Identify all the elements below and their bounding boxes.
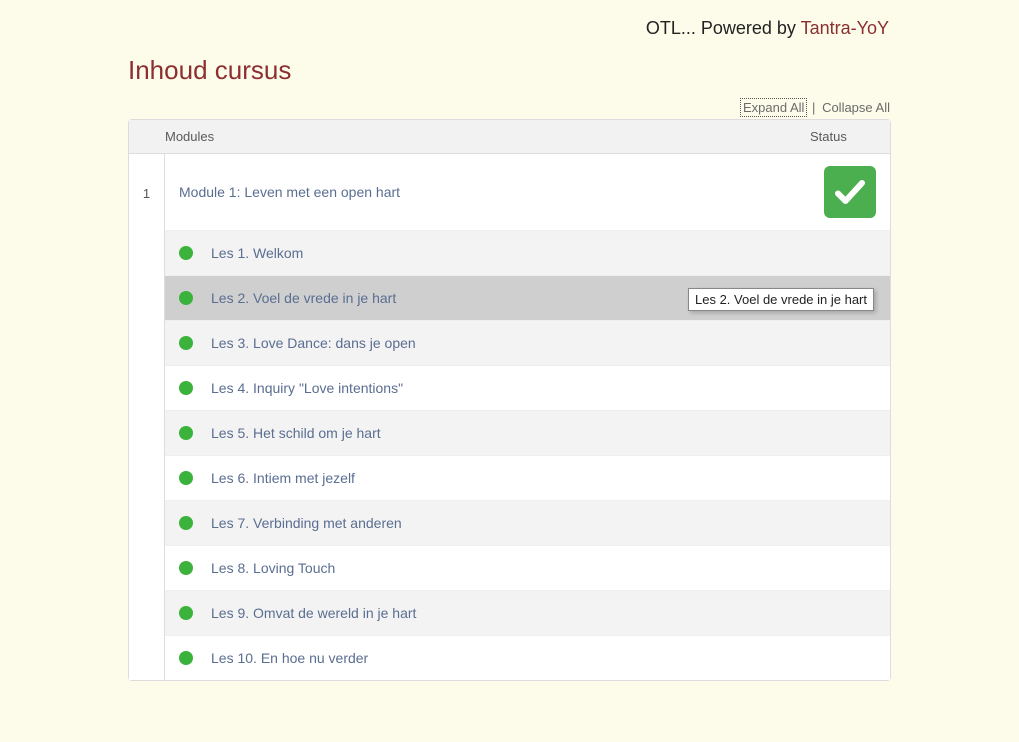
lesson-row[interactable]: Les 4. Inquiry "Love intentions"	[165, 365, 890, 410]
expand-all-link[interactable]: Expand All	[742, 100, 805, 115]
lesson-link[interactable]: Les 3. Love Dance: dans je open	[211, 335, 416, 351]
status-dot-icon	[179, 246, 193, 260]
lesson-row[interactable]: Les 1. Welkom	[165, 230, 890, 275]
module-body: Module 1: Leven met een open hart Les 1.…	[165, 154, 890, 680]
lesson-link[interactable]: Les 4. Inquiry "Love intentions"	[211, 380, 403, 396]
lesson-row[interactable]: Les 3. Love Dance: dans je open	[165, 320, 890, 365]
separator: |	[812, 100, 815, 115]
lesson-row[interactable]: Les 6. Intiem met jezelf	[165, 455, 890, 500]
lesson-link[interactable]: Les 7. Verbinding met anderen	[211, 515, 402, 531]
header-prefix: OTL... Powered by	[646, 18, 801, 38]
col-modules-header: Modules	[165, 129, 810, 144]
module-title-row: Module 1: Leven met een open hart	[165, 154, 890, 230]
module-title-link[interactable]: Module 1: Leven met een open hart	[179, 184, 824, 200]
lesson-link[interactable]: Les 2. Voel de vrede in je hart	[211, 290, 396, 306]
status-dot-icon	[179, 291, 193, 305]
status-dot-icon	[179, 516, 193, 530]
lesson-link[interactable]: Les 5. Het schild om je hart	[211, 425, 381, 441]
course-content-box: Modules Status 1 Module 1: Leven met een…	[128, 119, 891, 681]
hover-tooltip: Les 2. Voel de vrede in je hart	[688, 288, 874, 311]
lesson-link[interactable]: Les 10. En hoe nu verder	[211, 650, 368, 666]
header-brand-link[interactable]: Tantra-YoY	[801, 18, 889, 38]
collapse-all-link[interactable]: Collapse All	[822, 100, 890, 115]
status-dot-icon	[179, 336, 193, 350]
module-row: 1 Module 1: Leven met een open hart Les …	[129, 154, 890, 680]
header-tagline: OTL... Powered by Tantra-YoY	[0, 0, 1019, 49]
status-dot-icon	[179, 651, 193, 665]
status-dot-icon	[179, 381, 193, 395]
expand-collapse-controls: Expand All | Collapse All	[128, 100, 890, 115]
status-complete-badge	[824, 166, 876, 218]
lesson-row[interactable]: Les 7. Verbinding met anderen	[165, 500, 890, 545]
page-title: Inhoud cursus	[128, 55, 1019, 86]
lesson-row[interactable]: Les 9. Omvat de wereld in je hart	[165, 590, 890, 635]
lesson-link[interactable]: Les 8. Loving Touch	[211, 560, 335, 576]
col-status-header: Status	[810, 129, 890, 144]
table-header-row: Modules Status	[129, 120, 890, 154]
lesson-row[interactable]: Les 8. Loving Touch	[165, 545, 890, 590]
status-dot-icon	[179, 471, 193, 485]
status-dot-icon	[179, 606, 193, 620]
lesson-row[interactable]: Les 5. Het schild om je hart	[165, 410, 890, 455]
status-dot-icon	[179, 561, 193, 575]
lesson-link[interactable]: Les 1. Welkom	[211, 245, 303, 261]
lesson-link[interactable]: Les 6. Intiem met jezelf	[211, 470, 355, 486]
lesson-link[interactable]: Les 9. Omvat de wereld in je hart	[211, 605, 416, 621]
status-dot-icon	[179, 426, 193, 440]
lesson-row[interactable]: Les 10. En hoe nu verder	[165, 635, 890, 680]
module-number: 1	[129, 154, 165, 680]
check-icon	[832, 174, 868, 210]
